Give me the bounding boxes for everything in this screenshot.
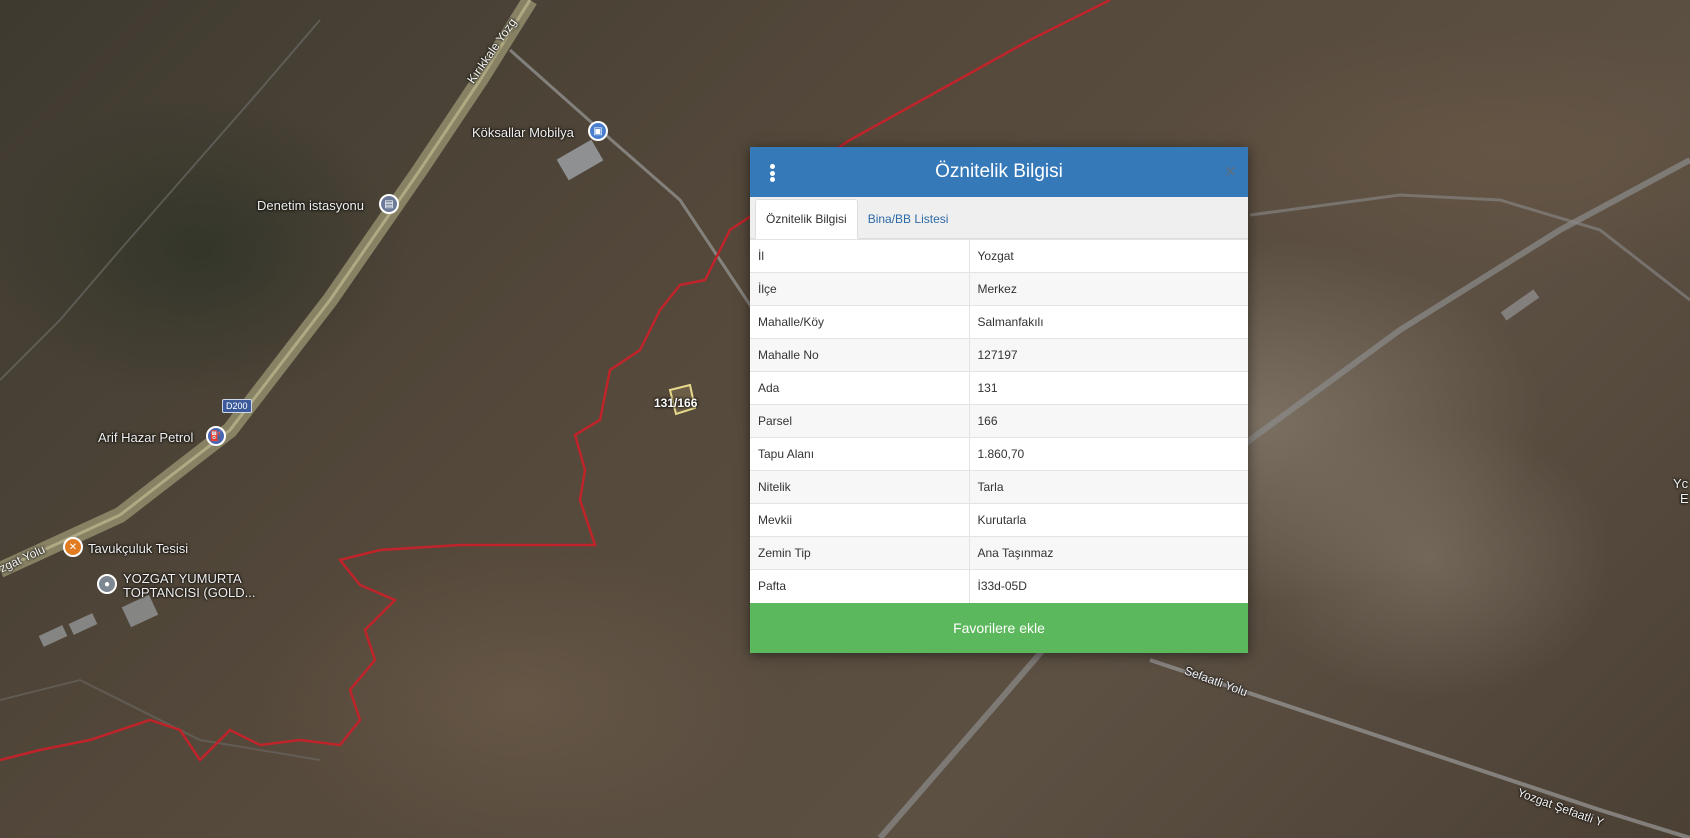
attribute-value: 127197 [969, 338, 1248, 372]
table-row: Pafta İ33d-05D [750, 569, 1248, 603]
table-row: Mevkii Kurutarla [750, 503, 1248, 537]
table-row: Mahalle No 127197 [750, 338, 1248, 372]
attribute-key: Mahalle/Köy [750, 305, 970, 339]
table-row: İl Yozgat [750, 239, 1248, 273]
table-row: Zemin Tip Ana Taşınmaz [750, 536, 1248, 570]
attribute-value: 166 [969, 404, 1248, 438]
edge-label-2: E [1680, 491, 1689, 506]
attribute-value: İ33d-05D [969, 569, 1248, 603]
fuel-icon[interactable]: ⛽ [206, 426, 226, 446]
table-row: Parsel 166 [750, 404, 1248, 438]
attribute-value: 1.860,70 [969, 437, 1248, 471]
table-row: Ada 131 [750, 371, 1248, 405]
attribute-value: Ana Taşınmaz [969, 536, 1248, 570]
attribute-key: Mahalle No [750, 338, 970, 372]
dialog-header: Öznitelik Bilgisi × [750, 147, 1248, 197]
location-icon[interactable]: ● [97, 574, 117, 594]
attribute-value: Salmanfakılı [969, 305, 1248, 339]
shopping-bag-icon[interactable]: ▣ [588, 121, 608, 141]
poi-label-koksallar[interactable]: Köksallar Mobilya [472, 125, 574, 140]
parcel-label[interactable]: 131/166 [654, 396, 697, 410]
tab-building-list[interactable]: Bina/BB Listesi [858, 200, 959, 238]
edge-label: Yc [1673, 476, 1689, 491]
attribute-key: İl [750, 239, 970, 273]
restaurant-icon[interactable]: ✕ [63, 537, 83, 557]
poi-label-yozgat-yumurta[interactable]: YOZGAT YUMURTA [123, 571, 242, 586]
attribute-value: Tarla [969, 470, 1248, 504]
poi-label-yozgat-yumurta-line2[interactable]: TOPTANCISI (GOLD... [123, 585, 255, 600]
more-vertical-icon[interactable] [770, 164, 776, 182]
close-icon[interactable]: × [1224, 159, 1236, 185]
attribute-value: 131 [969, 371, 1248, 405]
attribute-key: Zemin Tip [750, 536, 970, 570]
attribute-key: Ada [750, 371, 970, 405]
tab-bar: Öznitelik Bilgisi Bina/BB Listesi [750, 197, 1248, 239]
table-row: İlçe Merkez [750, 272, 1248, 306]
attribute-key: Mevkii [750, 503, 970, 537]
attribute-value: Yozgat [969, 239, 1248, 273]
attribute-key: Parsel [750, 404, 970, 438]
add-to-favorites-button[interactable]: Favorilere ekle [750, 602, 1248, 653]
attribute-table: İl Yozgat İlçe Merkez Mahalle/Köy Salmanfakıl… [750, 239, 1248, 603]
road-shield-d200: D200 [222, 399, 252, 413]
poi-label-arif-hazar[interactable]: Arif Hazar Petrol [98, 430, 193, 445]
attribute-key: Pafta [750, 569, 970, 603]
attribute-value: Merkez [969, 272, 1248, 306]
attribute-value: Kurutarla [969, 503, 1248, 537]
poi-label-tavukculuk[interactable]: Tavukçuluk Tesisi [88, 541, 188, 556]
building-icon[interactable]: ▤ [379, 194, 399, 214]
poi-label-denetim[interactable]: Denetim istasyonu [257, 198, 364, 213]
attribute-key: İlçe [750, 272, 970, 306]
table-row: Tapu Alanı 1.860,70 [750, 437, 1248, 471]
table-row: Nitelik Tarla [750, 470, 1248, 504]
table-row: Mahalle/Köy Salmanfakılı [750, 305, 1248, 339]
attribute-key: Tapu Alanı [750, 437, 970, 471]
attribute-key: Nitelik [750, 470, 970, 504]
attribute-info-dialog: Öznitelik Bilgisi × Öznitelik Bilgisi Bi… [750, 147, 1248, 653]
tab-attribute-info[interactable]: Öznitelik Bilgisi [755, 199, 858, 239]
dialog-title: Öznitelik Bilgisi [935, 161, 1063, 182]
